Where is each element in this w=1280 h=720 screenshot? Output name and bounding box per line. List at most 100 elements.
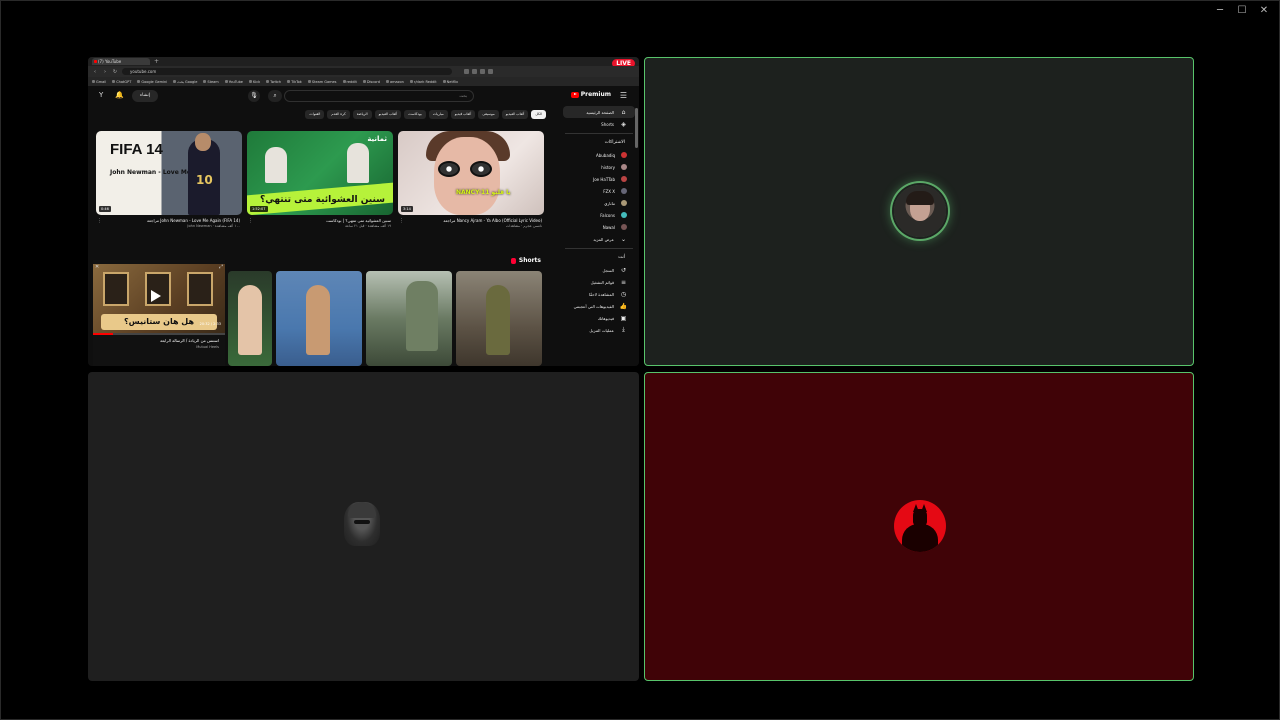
maximize-button[interactable]: ☐ xyxy=(1233,3,1251,17)
sidebar-subscription[interactable]: Falcons xyxy=(559,209,639,221)
sidebar-subscription[interactable]: Nawal xyxy=(559,221,639,233)
you-heading[interactable]: أنت xyxy=(559,252,639,264)
sidebar-subscription[interactable]: history xyxy=(559,161,639,173)
bookmark[interactable]: Twitch xyxy=(266,80,281,84)
close-icon[interactable]: ✕ xyxy=(95,264,99,270)
video-thumbnail[interactable]: FIFA 14 John Newman - Love Me Again 10 0… xyxy=(96,131,242,215)
back-icon[interactable]: ‹ xyxy=(92,69,98,75)
account-avatar[interactable]: Y xyxy=(99,91,103,99)
bookmark[interactable]: amazon xyxy=(386,80,404,84)
sidebar-item-home[interactable]: الصفحة الرئيسية ⌂ xyxy=(563,106,635,118)
play-icon[interactable] xyxy=(151,290,161,302)
expand-icon[interactable]: ⤢ xyxy=(219,264,223,270)
miniplayer-time: 20:32 / 2:33 xyxy=(199,322,221,326)
short-card[interactable] xyxy=(228,271,272,366)
close-button[interactable]: ✕ xyxy=(1255,3,1273,17)
short-card[interactable] xyxy=(456,271,542,366)
short-card[interactable] xyxy=(276,271,362,366)
sidebar-item-watch-later[interactable]: المشاهدة لاحقًا ◷ xyxy=(559,288,639,300)
window-controls: ─ ☐ ✕ xyxy=(1211,3,1273,17)
sidebar-item-playlists[interactable]: قوائم التشغيل ≡ xyxy=(559,276,639,288)
sidebar-subscription[interactable]: Abubadiq xyxy=(559,149,639,161)
subscriptions-heading[interactable]: الاشتراكات xyxy=(559,137,639,149)
chip[interactable]: الكل xyxy=(531,110,546,119)
bookmark[interactable]: ChatGPT xyxy=(112,80,131,84)
video-card[interactable]: NANCY-11 يا قلبو 3:14 مراجعة Nancy Ajram… xyxy=(398,131,544,229)
new-tab-button[interactable]: + xyxy=(154,58,159,65)
bookmark[interactable]: YouTube xyxy=(225,80,243,84)
forward-icon[interactable]: › xyxy=(102,69,108,75)
short-card[interactable] xyxy=(366,271,452,366)
video-card[interactable]: سنين العشوائية متى تنتهي؟ ثمانية 1:52:07… xyxy=(247,131,393,229)
video-thumbnail[interactable]: سنين العشوائية متى تنتهي؟ ثمانية 1:52:07 xyxy=(247,131,393,215)
participant-avatar xyxy=(894,185,946,237)
chip[interactable]: موسيقى xyxy=(478,110,499,119)
chip[interactable]: القنوات xyxy=(305,110,325,119)
miniplayer-video[interactable]: هل هان ستانيس؟ 20:32 / 2:33 ✕ ⤢ xyxy=(93,264,225,334)
youtube-header: ☰ Premium بحث ⌕ 🎙 إنشاء 🔔 Y xyxy=(88,86,639,106)
hamburger-menu-icon[interactable]: ☰ xyxy=(620,91,627,100)
hair-shape xyxy=(906,191,934,205)
address-bar[interactable]: youtube.com xyxy=(122,68,452,75)
bookmark[interactable]: Steam Games xyxy=(308,80,337,84)
browser-tab[interactable]: (7) YouTube xyxy=(92,58,150,65)
bookmark[interactable]: Discord xyxy=(363,80,380,84)
participant-tile-2[interactable] xyxy=(88,372,639,681)
miniplayer-title[interactable]: استنس من الريادة / الرسالة الرابعة xyxy=(160,338,219,343)
sidebar-subscription[interactable]: Joe HaTTab xyxy=(559,173,639,185)
sidebar-subscription[interactable]: ماثاري xyxy=(559,197,639,209)
youtube-logo[interactable]: Premium xyxy=(570,91,611,98)
search-icon[interactable]: ⌕ xyxy=(268,90,282,102)
chip[interactable]: بودكاست xyxy=(404,110,426,119)
microphone-icon[interactable]: 🎙 xyxy=(248,90,260,102)
video-thumbnail[interactable]: NANCY-11 يا قلبو 3:14 xyxy=(398,131,544,215)
miniplayer[interactable]: هل هان ستانيس؟ 20:32 / 2:33 ✕ ⤢ استنس من… xyxy=(93,260,225,366)
reload-icon[interactable]: ↻ xyxy=(112,69,118,75)
sidebar-show-more[interactable]: عرض المزيد ⌄ xyxy=(559,233,639,245)
chevron-down-icon: ⌄ xyxy=(620,235,627,243)
bookmark[interactable]: Steam xyxy=(203,80,218,84)
chip[interactable]: مباريات xyxy=(428,110,448,119)
sidebar-item-liked[interactable]: الفيديوهات التي أعجبتني 👍 xyxy=(559,300,639,312)
more-options-icon[interactable]: ⋮ xyxy=(97,218,102,224)
sidebar-item-your-videos[interactable]: فيديوهاتك ▣ xyxy=(559,312,639,324)
bookmark[interactable]: Kick xyxy=(249,80,260,84)
sidebar-item-label: المشاهدة لاحقًا xyxy=(588,291,614,297)
thumbnail-text: سنين العشوائية متى تنتهي؟ xyxy=(260,195,385,205)
video-card[interactable]: FIFA 14 John Newman - Love Me Again 10 0… xyxy=(96,131,242,229)
sidebar-item-downloads[interactable]: عمليات التنزيل ⤓ xyxy=(559,324,639,336)
notifications-icon[interactable]: 🔔 xyxy=(115,91,124,99)
bookmark[interactable]: Netflix xyxy=(443,80,458,84)
sidebar-item-shorts[interactable]: Shorts ◈ xyxy=(559,118,639,130)
chip[interactable]: الرياضة xyxy=(352,110,372,119)
search-input[interactable]: بحث xyxy=(284,90,474,102)
chip[interactable]: ألعاب الفيديو xyxy=(374,110,402,119)
chip[interactable]: كرة القدم xyxy=(327,110,350,119)
sidebar-item-history[interactable]: السجل ↺ xyxy=(559,264,639,276)
bookmark[interactable]: Google Gemini xyxy=(137,80,167,84)
miniplayer-channel: Mutual Heels xyxy=(196,345,219,349)
participant-tile-1[interactable] xyxy=(644,57,1194,366)
extension-icon[interactable] xyxy=(488,69,493,74)
miniplayer-progress[interactable] xyxy=(93,333,225,335)
extension-icon[interactable] xyxy=(480,69,485,74)
bookmark[interactable]: Gmail xyxy=(92,80,106,84)
extension-icon[interactable] xyxy=(472,69,477,74)
bookmark[interactable]: بحث Google xyxy=(173,80,197,84)
chip[interactable]: ألعاب الفيديو xyxy=(501,110,529,119)
sidebar-subscription[interactable]: FZX X xyxy=(559,185,639,197)
minimize-button[interactable]: ─ xyxy=(1211,3,1229,17)
participant-tile-3[interactable] xyxy=(644,372,1194,681)
duration-badge: 1:52:07 xyxy=(250,206,268,212)
short-figure xyxy=(406,281,438,351)
more-options-icon[interactable]: ⋮ xyxy=(248,218,253,224)
bookmark[interactable]: r/dark Reddit xyxy=(410,80,437,84)
create-button[interactable]: إنشاء xyxy=(132,90,158,102)
sidebar-item-label: Abubadiq xyxy=(596,152,615,158)
chip[interactable]: ألعاب فيديو xyxy=(450,110,476,119)
more-options-icon[interactable]: ⋮ xyxy=(399,218,404,224)
bookmark[interactable]: TikTok xyxy=(287,80,302,84)
bookmark[interactable]: reddit xyxy=(343,80,357,84)
extension-icon[interactable] xyxy=(464,69,469,74)
screen-share-tile[interactable]: (7) YouTube + LIVE ‹ › ↻ youtube.com Gma… xyxy=(88,57,639,366)
